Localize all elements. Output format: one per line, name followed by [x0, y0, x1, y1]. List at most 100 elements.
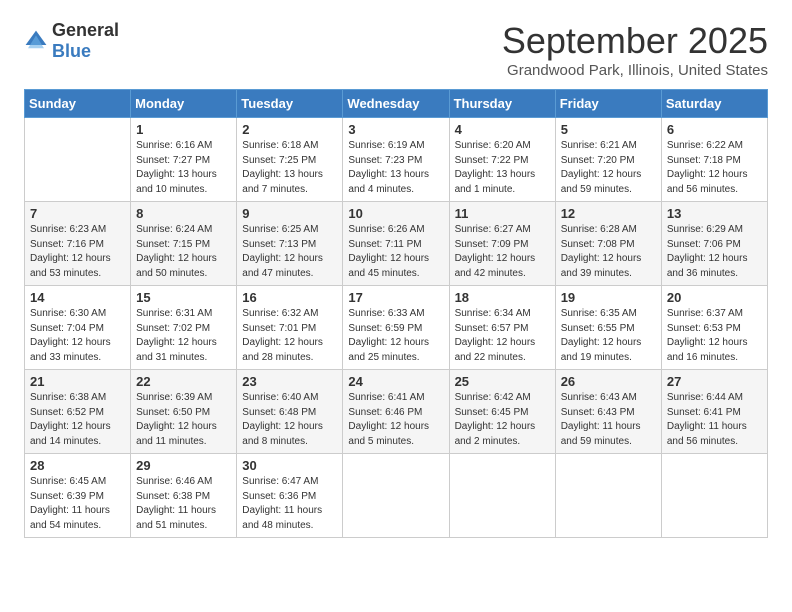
calendar-header-tuesday: Tuesday	[237, 90, 343, 118]
day-info: Sunrise: 6:25 AM Sunset: 7:13 PM Dayligh…	[242, 223, 337, 281]
day-number: 10	[348, 206, 443, 221]
day-number: 19	[561, 290, 656, 305]
day-info: Sunrise: 6:20 AM Sunset: 7:22 PM Dayligh…	[455, 139, 550, 197]
day-number: 26	[561, 374, 656, 389]
day-info: Sunrise: 6:23 AM Sunset: 7:16 PM Dayligh…	[30, 223, 125, 281]
calendar-cell: 21 Sunrise: 6:38 AM Sunset: 6:52 PM Dayli…	[25, 370, 131, 454]
calendar-cell	[555, 454, 661, 538]
day-info: Sunrise: 6:47 AM Sunset: 6:36 PM Dayligh…	[242, 475, 337, 533]
calendar-cell: 11 Sunrise: 6:27 AM Sunset: 7:09 PM Dayli…	[449, 202, 555, 286]
day-number: 18	[455, 290, 550, 305]
calendar-cell: 19 Sunrise: 6:35 AM Sunset: 6:55 PM Dayli…	[555, 286, 661, 370]
calendar-header-saturday: Saturday	[661, 90, 767, 118]
calendar-week-row: 7Sunrise: 6:23 AM Sunset: 7:16 PM Daylig…	[25, 202, 768, 286]
calendar-cell: 9Sunrise: 6:25 AM Sunset: 7:13 PM Daylig…	[237, 202, 343, 286]
day-info: Sunrise: 6:24 AM Sunset: 7:15 PM Dayligh…	[136, 223, 231, 281]
calendar-table: SundayMondayTuesdayWednesdayThursdayFrid…	[24, 89, 768, 538]
day-number: 5	[561, 122, 656, 137]
day-info: Sunrise: 6:35 AM Sunset: 6:55 PM Dayligh…	[561, 307, 656, 365]
day-number: 4	[455, 122, 550, 137]
calendar-cell: 7Sunrise: 6:23 AM Sunset: 7:16 PM Daylig…	[25, 202, 131, 286]
calendar-week-row: 14Sunrise: 6:30 AM Sunset: 7:04 PM Dayli…	[25, 286, 768, 370]
month-title: September 2025	[502, 20, 768, 62]
calendar-cell: 23 Sunrise: 6:40 AM Sunset: 6:48 PM Dayli…	[237, 370, 343, 454]
calendar-cell: 15 Sunrise: 6:31 AM Sunset: 7:02 PM Dayli…	[131, 286, 237, 370]
calendar-week-row: 28 Sunrise: 6:45 AM Sunset: 6:39 PM Dayli…	[25, 454, 768, 538]
day-info: Sunrise: 6:32 AM Sunset: 7:01 PM Dayligh…	[242, 307, 337, 365]
calendar-header-friday: Friday	[555, 90, 661, 118]
day-number: 23	[242, 374, 337, 389]
day-number: 28	[30, 458, 125, 473]
logo-text: General Blue	[52, 20, 119, 62]
calendar-header-row: SundayMondayTuesdayWednesdayThursdayFrid…	[25, 90, 768, 118]
day-number: 21	[30, 374, 125, 389]
calendar-header-wednesday: Wednesday	[343, 90, 449, 118]
page-header: General Blue September 2025 Grandwood Pa…	[24, 20, 768, 79]
day-number: 1	[136, 122, 231, 137]
calendar-cell	[25, 118, 131, 202]
calendar-cell: 14Sunrise: 6:30 AM Sunset: 7:04 PM Dayli…	[25, 286, 131, 370]
day-info: Sunrise: 6:41 AM Sunset: 6:46 PM Dayligh…	[348, 391, 443, 449]
day-number: 22	[136, 374, 231, 389]
day-number: 2	[242, 122, 337, 137]
calendar-cell: 3Sunrise: 6:19 AM Sunset: 7:23 PM Daylig…	[343, 118, 449, 202]
day-info: Sunrise: 6:28 AM Sunset: 7:08 PM Dayligh…	[561, 223, 656, 281]
calendar-header-thursday: Thursday	[449, 90, 555, 118]
calendar-cell: 4 Sunrise: 6:20 AM Sunset: 7:22 PM Daylig…	[449, 118, 555, 202]
calendar-cell: 13Sunrise: 6:29 AM Sunset: 7:06 PM Dayli…	[661, 202, 767, 286]
day-info: Sunrise: 6:38 AM Sunset: 6:52 PM Dayligh…	[30, 391, 125, 449]
calendar-cell	[343, 454, 449, 538]
day-number: 6	[667, 122, 762, 137]
calendar-cell: 8 Sunrise: 6:24 AM Sunset: 7:15 PM Daylig…	[131, 202, 237, 286]
calendar-header-monday: Monday	[131, 90, 237, 118]
day-number: 15	[136, 290, 231, 305]
day-number: 16	[242, 290, 337, 305]
day-info: Sunrise: 6:40 AM Sunset: 6:48 PM Dayligh…	[242, 391, 337, 449]
calendar-cell: 5Sunrise: 6:21 AM Sunset: 7:20 PM Daylig…	[555, 118, 661, 202]
day-info: Sunrise: 6:26 AM Sunset: 7:11 PM Dayligh…	[348, 223, 443, 281]
calendar-cell: 16 Sunrise: 6:32 AM Sunset: 7:01 PM Dayli…	[237, 286, 343, 370]
logo-blue: Blue	[52, 41, 91, 61]
calendar-cell: 27Sunrise: 6:44 AM Sunset: 6:41 PM Dayli…	[661, 370, 767, 454]
day-number: 3	[348, 122, 443, 137]
day-info: Sunrise: 6:16 AM Sunset: 7:27 PM Dayligh…	[136, 139, 231, 197]
day-info: Sunrise: 6:31 AM Sunset: 7:02 PM Dayligh…	[136, 307, 231, 365]
calendar-cell: 25Sunrise: 6:42 AM Sunset: 6:45 PM Dayli…	[449, 370, 555, 454]
calendar-cell	[661, 454, 767, 538]
day-info: Sunrise: 6:37 AM Sunset: 6:53 PM Dayligh…	[667, 307, 762, 365]
logo: General Blue	[24, 20, 119, 62]
calendar-week-row: 1 Sunrise: 6:16 AM Sunset: 7:27 PM Daylig…	[25, 118, 768, 202]
day-number: 24	[348, 374, 443, 389]
calendar-cell: 26 Sunrise: 6:43 AM Sunset: 6:43 PM Dayli…	[555, 370, 661, 454]
calendar-cell: 12Sunrise: 6:28 AM Sunset: 7:08 PM Dayli…	[555, 202, 661, 286]
calendar-cell: 2Sunrise: 6:18 AM Sunset: 7:25 PM Daylig…	[237, 118, 343, 202]
day-info: Sunrise: 6:27 AM Sunset: 7:09 PM Dayligh…	[455, 223, 550, 281]
logo-general: General	[52, 20, 119, 40]
calendar-cell	[449, 454, 555, 538]
day-info: Sunrise: 6:46 AM Sunset: 6:38 PM Dayligh…	[136, 475, 231, 533]
day-number: 14	[30, 290, 125, 305]
day-number: 30	[242, 458, 337, 473]
day-info: Sunrise: 6:33 AM Sunset: 6:59 PM Dayligh…	[348, 307, 443, 365]
day-number: 8	[136, 206, 231, 221]
day-info: Sunrise: 6:34 AM Sunset: 6:57 PM Dayligh…	[455, 307, 550, 365]
day-number: 20	[667, 290, 762, 305]
calendar-cell: 17 Sunrise: 6:33 AM Sunset: 6:59 PM Dayli…	[343, 286, 449, 370]
calendar-cell: 10 Sunrise: 6:26 AM Sunset: 7:11 PM Dayli…	[343, 202, 449, 286]
day-info: Sunrise: 6:43 AM Sunset: 6:43 PM Dayligh…	[561, 391, 656, 449]
day-number: 25	[455, 374, 550, 389]
day-info: Sunrise: 6:29 AM Sunset: 7:06 PM Dayligh…	[667, 223, 762, 281]
calendar-header-sunday: Sunday	[25, 90, 131, 118]
day-number: 17	[348, 290, 443, 305]
calendar-cell: 28 Sunrise: 6:45 AM Sunset: 6:39 PM Dayli…	[25, 454, 131, 538]
calendar-cell: 29 Sunrise: 6:46 AM Sunset: 6:38 PM Dayli…	[131, 454, 237, 538]
day-number: 29	[136, 458, 231, 473]
calendar-week-row: 21 Sunrise: 6:38 AM Sunset: 6:52 PM Dayli…	[25, 370, 768, 454]
day-number: 11	[455, 206, 550, 221]
calendar-cell: 20 Sunrise: 6:37 AM Sunset: 6:53 PM Dayli…	[661, 286, 767, 370]
calendar-cell: 1 Sunrise: 6:16 AM Sunset: 7:27 PM Daylig…	[131, 118, 237, 202]
calendar-cell: 22Sunrise: 6:39 AM Sunset: 6:50 PM Dayli…	[131, 370, 237, 454]
calendar-cell: 6Sunrise: 6:22 AM Sunset: 7:18 PM Daylig…	[661, 118, 767, 202]
day-info: Sunrise: 6:45 AM Sunset: 6:39 PM Dayligh…	[30, 475, 125, 533]
day-number: 27	[667, 374, 762, 389]
